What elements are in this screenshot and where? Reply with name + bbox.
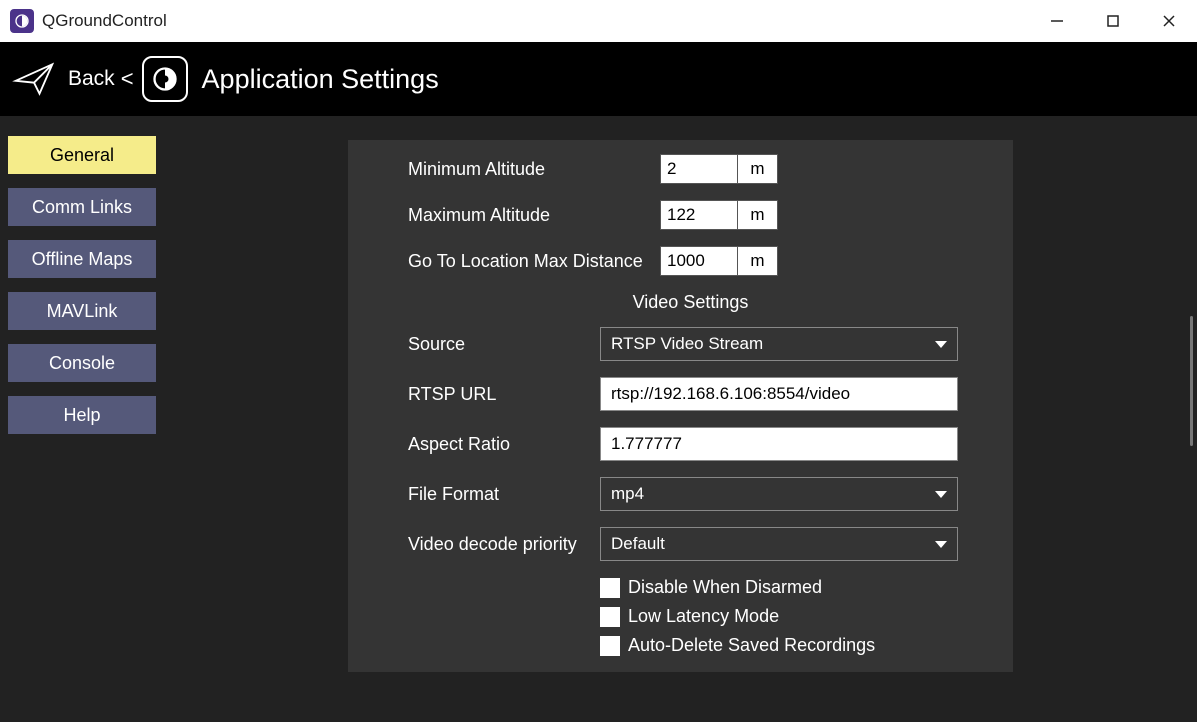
back-caret-icon: < [121,66,134,92]
disable-when-disarmed-checkbox[interactable] [600,578,620,598]
paper-plane-icon[interactable] [10,55,58,103]
file-format-value: mp4 [611,484,644,504]
chevron-down-icon [935,341,947,348]
disable-when-disarmed-label: Disable When Disarmed [628,577,822,598]
rtsp-url-input[interactable] [611,384,947,404]
decode-priority-label: Video decode priority [408,534,600,555]
low-latency-label: Low Latency Mode [628,606,779,627]
back-button[interactable]: Back [68,67,115,91]
video-settings-header: Video Settings [408,292,973,313]
sidebar-item-general[interactable]: General [8,136,156,174]
page-title: Application Settings [202,64,439,95]
min-altitude-label: Minimum Altitude [408,159,660,180]
video-source-value: RTSP Video Stream [611,334,763,354]
video-source-dropdown[interactable]: RTSP Video Stream [600,327,958,361]
goto-max-distance-unit: m [738,246,778,276]
topbar: Back < Application Settings [0,42,1197,116]
chevron-down-icon [935,491,947,498]
auto-delete-recordings-checkbox[interactable] [600,636,620,656]
chevron-down-icon [935,541,947,548]
min-altitude-unit: m [738,154,778,184]
settings-icon[interactable] [142,56,188,102]
settings-panel: Minimum Altitude m Maximum Altitude m Go… [348,140,1013,672]
file-format-dropdown[interactable]: mp4 [600,477,958,511]
goto-max-distance-label: Go To Location Max Distance [408,251,660,272]
sidebar-item-console[interactable]: Console [8,344,156,382]
sidebar-item-mavlink[interactable]: MAVLink [8,292,156,330]
max-altitude-label: Maximum Altitude [408,205,660,226]
window-maximize-button[interactable] [1085,0,1141,42]
low-latency-checkbox[interactable] [600,607,620,627]
sidebar: General Comm Links Offline Maps MAVLink … [0,116,160,722]
auto-delete-recordings-label: Auto-Delete Saved Recordings [628,635,875,656]
main-area: General Comm Links Offline Maps MAVLink … [0,116,1197,722]
window-close-button[interactable] [1141,0,1197,42]
window-titlebar: QGroundControl [0,0,1197,42]
max-altitude-input[interactable] [660,200,738,230]
aspect-ratio-label: Aspect Ratio [408,434,600,455]
aspect-ratio-input[interactable] [611,434,947,454]
window-title: QGroundControl [42,11,167,31]
rtsp-url-label: RTSP URL [408,384,600,405]
decode-priority-value: Default [611,534,665,554]
video-source-label: Source [408,334,600,355]
min-altitude-input[interactable] [660,154,738,184]
max-altitude-unit: m [738,200,778,230]
sidebar-item-help[interactable]: Help [8,396,156,434]
sidebar-item-comm-links[interactable]: Comm Links [8,188,156,226]
window-minimize-button[interactable] [1029,0,1085,42]
scrollbar-thumb[interactable] [1190,316,1193,446]
goto-max-distance-input[interactable] [660,246,738,276]
app-icon [10,9,34,33]
file-format-label: File Format [408,484,600,505]
sidebar-item-offline-maps[interactable]: Offline Maps [8,240,156,278]
decode-priority-dropdown[interactable]: Default [600,527,958,561]
content-area: Minimum Altitude m Maximum Altitude m Go… [160,116,1197,722]
